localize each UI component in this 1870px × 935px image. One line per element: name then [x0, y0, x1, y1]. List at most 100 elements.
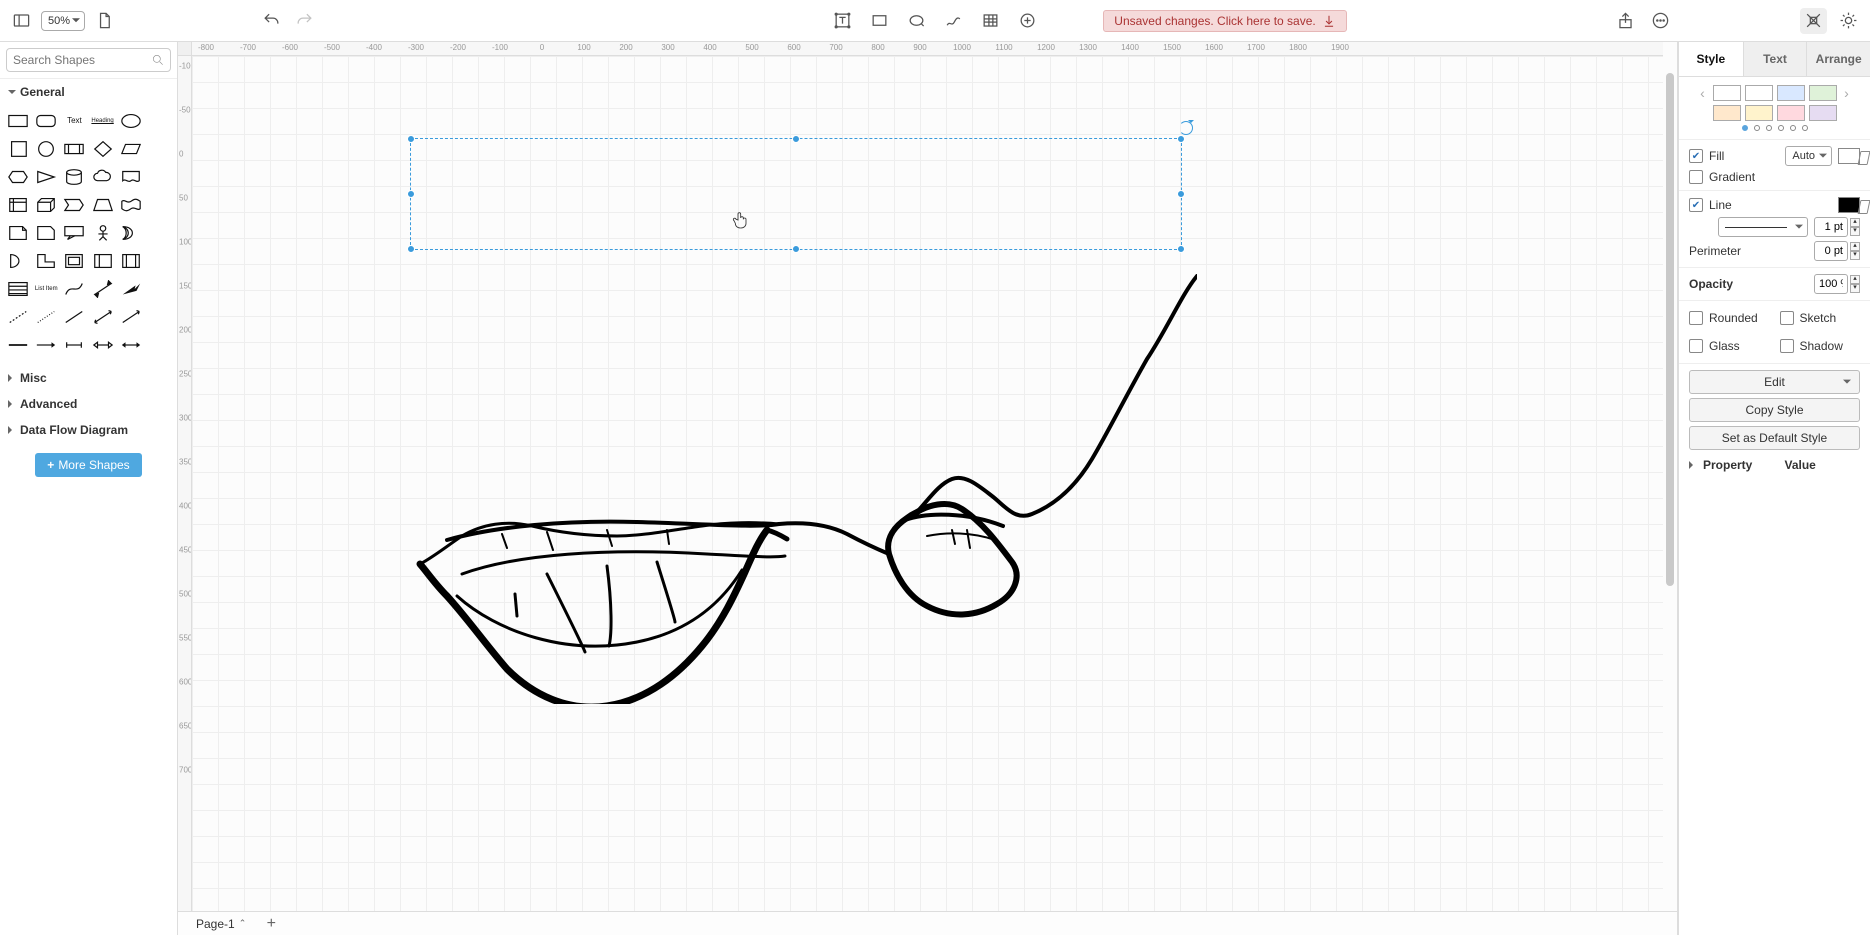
shape-bidir-arrow[interactable] — [90, 277, 114, 301]
new-page-button[interactable] — [91, 8, 118, 34]
style-swatch[interactable] — [1745, 85, 1773, 101]
shape-cube[interactable] — [34, 193, 58, 217]
category-advanced[interactable]: Advanced — [0, 391, 177, 417]
shape-connector-both-tri[interactable] — [90, 333, 114, 357]
shape-line-bidir[interactable] — [90, 305, 114, 329]
format-tab-style[interactable]: Style — [1679, 42, 1743, 76]
shape-connector-both-open[interactable] — [62, 333, 86, 357]
freehand-tool-button[interactable] — [940, 8, 967, 34]
opacity-down[interactable]: ▾ — [1850, 284, 1860, 293]
gradient-checkbox[interactable] — [1689, 170, 1703, 184]
resize-handle-e[interactable] — [1177, 190, 1185, 198]
shape-step[interactable] — [62, 193, 86, 217]
toggle-sidebar-button[interactable] — [8, 8, 35, 34]
resize-handle-n[interactable] — [792, 135, 800, 143]
default-style-button[interactable]: Set as Default Style — [1689, 426, 1860, 450]
shape-search-input[interactable] — [6, 48, 171, 72]
line-checkbox[interactable] — [1689, 198, 1703, 212]
edit-style-button[interactable]: Edit — [1689, 370, 1860, 394]
format-tab-arrange[interactable]: Arrange — [1806, 42, 1870, 76]
freehand-drawing[interactable] — [407, 274, 1197, 704]
shape-line-arrow[interactable] — [119, 305, 143, 329]
shape-list[interactable] — [6, 277, 30, 301]
ellipse-tool-button[interactable] — [903, 8, 930, 34]
style-swatch[interactable] — [1745, 105, 1773, 121]
zoom-select[interactable]: 50% — [41, 11, 85, 31]
shape-dash-line[interactable] — [6, 305, 30, 329]
canvas-viewport[interactable] — [192, 56, 1663, 911]
save-banner[interactable]: Unsaved changes. Click here to save. — [1103, 10, 1346, 32]
shape-half-circle[interactable] — [6, 249, 30, 273]
share-button[interactable] — [1612, 8, 1639, 34]
style-swatch[interactable] — [1809, 105, 1837, 121]
shape-rect[interactable] — [6, 109, 30, 133]
shape-parallelogram[interactable] — [119, 137, 143, 161]
shape-L[interactable] — [34, 249, 58, 273]
shape-list-item[interactable]: List Item — [34, 277, 58, 301]
shape-connector-both-fill[interactable] — [119, 333, 143, 357]
shape-curve[interactable] — [62, 277, 86, 301]
shadow-checkbox[interactable] — [1780, 339, 1794, 353]
rectangle-tool-button[interactable] — [866, 8, 893, 34]
text-tool-button[interactable] — [829, 8, 856, 34]
property-table-header[interactable]: Property Value — [1689, 458, 1860, 472]
resize-handle-sw[interactable] — [407, 245, 415, 253]
shape-thick-arrow[interactable] — [119, 277, 143, 301]
shape-frame-left[interactable] — [90, 249, 114, 273]
fill-color-chip[interactable] — [1838, 148, 1860, 164]
shape-diamond[interactable] — [90, 137, 114, 161]
shape-heading[interactable]: Heading — [90, 109, 114, 133]
table-tool-button[interactable] — [977, 8, 1004, 34]
resize-handle-se[interactable] — [1177, 245, 1185, 253]
opacity-up[interactable]: ▴ — [1850, 275, 1860, 284]
shape-trapezoid[interactable] — [90, 193, 114, 217]
shape-text[interactable]: Text — [62, 109, 86, 133]
category-general[interactable]: General — [0, 79, 177, 105]
line-width-down[interactable]: ▾ — [1850, 227, 1860, 236]
format-tab-text[interactable]: Text — [1743, 42, 1807, 76]
fill-mode-select[interactable]: Auto — [1785, 146, 1832, 166]
style-swatch[interactable] — [1777, 105, 1805, 121]
swatch-next[interactable]: › — [1841, 85, 1853, 101]
canvas-v-scrollbar[interactable] — [1665, 56, 1675, 911]
shape-circle[interactable] — [34, 137, 58, 161]
selected-rectangle[interactable] — [410, 138, 1182, 250]
style-swatch[interactable] — [1713, 85, 1741, 101]
help-button[interactable] — [1647, 8, 1674, 34]
line-style-select[interactable] — [1718, 217, 1808, 237]
opacity-input[interactable]: ▴▾ — [1814, 274, 1860, 294]
resize-handle-s[interactable] — [792, 245, 800, 253]
rotate-handle[interactable] — [1179, 121, 1193, 135]
resize-handle-ne[interactable] — [1177, 135, 1185, 143]
shape-rounded-rect[interactable] — [34, 109, 58, 133]
style-swatch[interactable] — [1777, 85, 1805, 101]
shape-internal-storage[interactable] — [6, 193, 30, 217]
shape-process[interactable] — [62, 137, 86, 161]
rounded-checkbox[interactable] — [1689, 311, 1703, 325]
line-width-up[interactable]: ▴ — [1850, 218, 1860, 227]
shape-frame-double[interactable] — [119, 249, 143, 273]
shape-note[interactable] — [6, 221, 30, 245]
diagram-canvas[interactable]: -800-700-600-500-400-300-200-10001002003… — [178, 42, 1678, 935]
category-dfd[interactable]: Data Flow Diagram — [0, 417, 177, 443]
page-tab-1[interactable]: Page-1 ⌃ — [186, 915, 256, 933]
perimeter-up[interactable]: ▴ — [1850, 242, 1860, 251]
line-color-chip[interactable] — [1838, 197, 1860, 213]
undo-button[interactable] — [258, 8, 285, 34]
perimeter-input[interactable]: ▴▾ — [1814, 241, 1860, 261]
resize-handle-w[interactable] — [407, 190, 415, 198]
swatch-prev[interactable]: ‹ — [1697, 85, 1709, 101]
more-shapes-button[interactable]: More Shapes — [35, 453, 141, 477]
sketch-checkbox[interactable] — [1780, 311, 1794, 325]
shape-triangle[interactable] — [34, 165, 58, 189]
toggle-format-panel-button[interactable] — [1800, 8, 1827, 34]
shape-frame-thin[interactable] — [62, 249, 86, 273]
add-page-button[interactable]: + — [262, 915, 280, 933]
shape-tape[interactable] — [119, 193, 143, 217]
shape-plain-line[interactable] — [62, 305, 86, 329]
shape-ellipse[interactable] — [119, 109, 143, 133]
shape-square[interactable] — [6, 137, 30, 161]
shape-cloud[interactable] — [90, 165, 114, 189]
shape-dot-line[interactable] — [34, 305, 58, 329]
resize-handle-nw[interactable] — [407, 135, 415, 143]
